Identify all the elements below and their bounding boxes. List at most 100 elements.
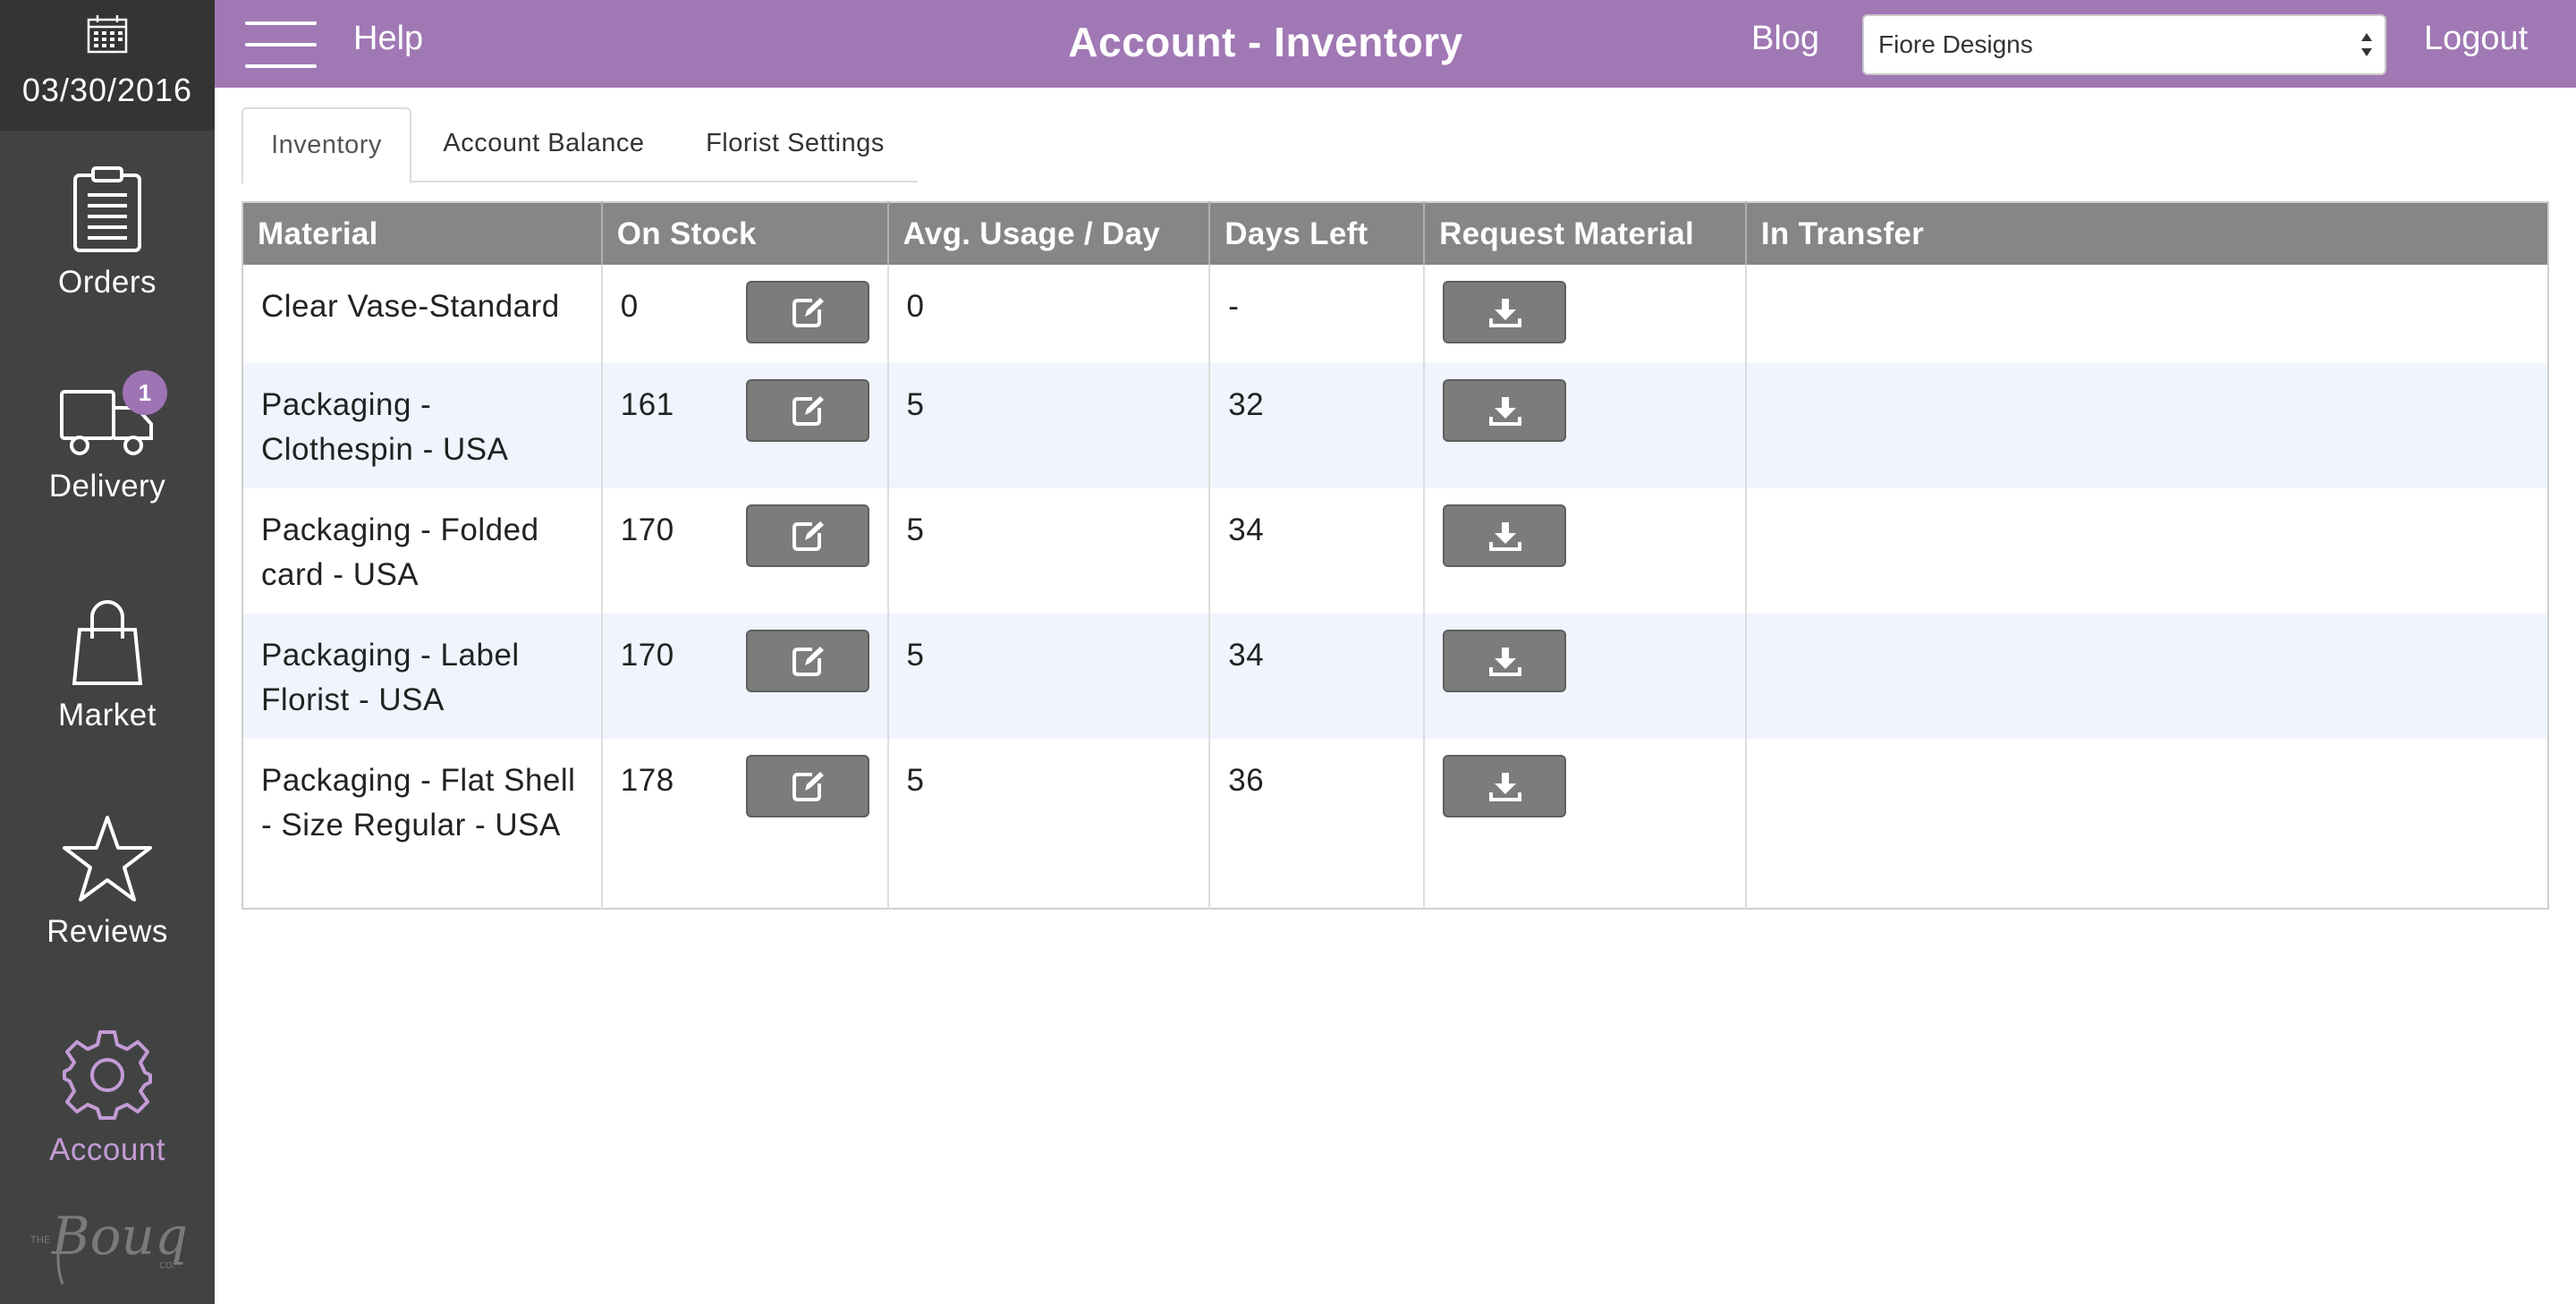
col-header-request-material: Request Material (1424, 202, 1747, 265)
avg-usage-cell: 5 (887, 614, 1211, 739)
on-stock-cell: 178 (601, 739, 889, 909)
request-material-button[interactable] (1443, 755, 1567, 817)
inventory-table: Material On Stock Avg. Usage / Day Days … (242, 201, 2549, 910)
edit-stock-button[interactable] (745, 504, 869, 567)
on-stock-cell: 0 (601, 265, 889, 363)
on-stock-cell: 170 (601, 488, 889, 614)
nav-market-label: Market (58, 698, 157, 732)
request-material-cell (1424, 488, 1747, 614)
days-left-cell: 34 (1209, 488, 1426, 614)
request-material-cell (1424, 614, 1747, 739)
calendar-icon (87, 15, 128, 54)
avg-usage-cell: 5 (887, 363, 1211, 488)
avg-usage-cell: 0 (887, 265, 1211, 363)
table-header-row: Material On Stock Avg. Usage / Day Days … (242, 202, 2548, 265)
nav-orders[interactable]: Orders (0, 165, 215, 301)
edit-stock-button[interactable] (745, 281, 869, 343)
download-icon (1489, 648, 1522, 676)
download-icon (1489, 773, 1522, 801)
nav-market[interactable]: Market (0, 597, 215, 733)
svg-text:THE: THE (30, 1234, 50, 1246)
nav-orders-label: Orders (58, 265, 157, 300)
edit-icon (792, 298, 824, 327)
edit-stock-button[interactable] (745, 755, 869, 817)
in-transfer-cell (1745, 363, 2548, 488)
col-header-avg-usage: Avg. Usage / Day (887, 202, 1211, 265)
tab-florist-settings[interactable]: Florist Settings (680, 107, 911, 182)
in-transfer-cell (1745, 265, 2548, 363)
on-stock-cell: 161 (601, 363, 889, 488)
days-left-cell: 36 (1209, 739, 1426, 909)
date-block[interactable]: 03/30/2016 (0, 0, 215, 131)
download-icon (1489, 299, 1522, 327)
table-row: Packaging - Clothespin - USA 161 5 32 (242, 363, 2548, 488)
on-stock-value: 178 (620, 763, 674, 798)
gear-icon (63, 1030, 152, 1120)
in-transfer-cell (1745, 488, 2548, 614)
material-cell: Packaging - Flat Shell - Size Regular - … (242, 739, 603, 909)
nav-delivery[interactable]: 1 Delivery (0, 370, 215, 504)
material-cell: Packaging - Folded card - USA (242, 488, 603, 614)
material-cell: Packaging - Clothespin - USA (242, 363, 603, 488)
nav-reviews[interactable]: Reviews (0, 814, 215, 950)
nav-delivery-label: Delivery (48, 469, 166, 504)
request-material-button[interactable] (1443, 281, 1567, 343)
request-material-button[interactable] (1443, 504, 1567, 567)
tab-account-balance[interactable]: Account Balance (419, 107, 669, 182)
avg-usage-cell: 5 (887, 488, 1211, 614)
in-transfer-cell (1745, 739, 2548, 909)
svg-text:Bouqs: Bouqs (51, 1206, 188, 1266)
request-material-cell (1424, 265, 1747, 363)
edit-stock-button[interactable] (745, 630, 869, 692)
star-icon (63, 816, 152, 902)
request-material-cell (1424, 363, 1747, 488)
col-header-material: Material (242, 202, 603, 265)
current-date: 03/30/2016 (21, 72, 193, 108)
edit-icon (792, 772, 824, 801)
edit-icon (792, 396, 824, 426)
request-material-cell (1424, 739, 1747, 909)
nav-account-label: Account (49, 1132, 165, 1167)
store-select-value: Fiore Designs (1878, 30, 2033, 58)
download-icon (1489, 522, 1522, 551)
tab-bar: Inventory Account Balance Florist Settin… (242, 107, 918, 184)
on-stock-cell: 170 (601, 614, 889, 739)
request-material-button[interactable] (1443, 630, 1567, 692)
table-row: Clear Vase-Standard 0 0 - (242, 265, 2548, 363)
days-left-cell: 32 (1209, 363, 1426, 488)
request-material-button[interactable] (1443, 379, 1567, 442)
on-stock-value: 161 (620, 387, 674, 422)
store-select[interactable]: Fiore Designs (1862, 14, 2386, 75)
sidebar: 03/30/2016 Orders 1 Delivery Market Revi… (0, 0, 215, 1304)
col-header-days-left: Days Left (1209, 202, 1426, 265)
on-stock-value: 170 (620, 638, 674, 673)
edit-stock-button[interactable] (745, 379, 869, 442)
material-cell: Clear Vase-Standard (242, 265, 603, 363)
table-row: Packaging - Label Florist - USA 170 5 34 (242, 614, 2548, 739)
table-row: Packaging - Flat Shell - Size Regular - … (242, 739, 2548, 909)
in-transfer-cell (1745, 614, 2548, 739)
avg-usage-cell: 5 (887, 739, 1211, 909)
nav-account[interactable]: Account (0, 1029, 215, 1168)
days-left-cell: 34 (1209, 614, 1426, 739)
select-arrows-icon (2361, 33, 2372, 56)
days-left-cell: - (1209, 265, 1426, 363)
on-stock-value: 170 (620, 512, 674, 547)
top-header: Help Account - Inventory Blog Fiore Desi… (215, 0, 2576, 88)
bouqs-logo: THE Bouqs CO. (30, 1206, 188, 1285)
table-row: Packaging - Folded card - USA 170 5 34 (242, 488, 2548, 614)
edit-icon (792, 647, 824, 676)
edit-icon (792, 521, 824, 551)
tab-inventory[interactable]: Inventory (242, 107, 411, 184)
logout-link[interactable]: Logout (2424, 20, 2528, 58)
on-stock-value: 0 (620, 289, 639, 324)
col-header-on-stock: On Stock (601, 202, 889, 265)
col-header-in-transfer: In Transfer (1745, 202, 2548, 265)
delivery-badge: 1 (123, 370, 167, 415)
blog-link[interactable]: Blog (1751, 20, 1819, 58)
material-cell: Packaging - Label Florist - USA (242, 614, 603, 739)
nav-reviews-label: Reviews (47, 914, 168, 949)
shopping-bag-icon (72, 600, 143, 685)
clipboard-icon (73, 166, 141, 252)
download-icon (1489, 397, 1522, 426)
